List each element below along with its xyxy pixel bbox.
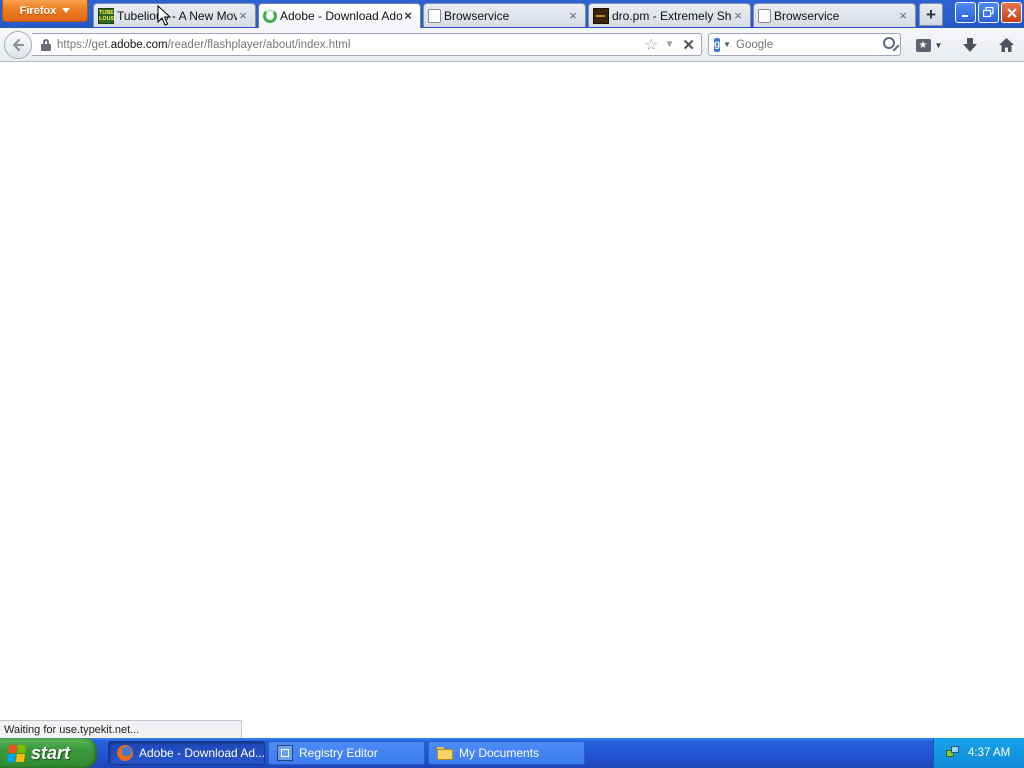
search-input[interactable] (736, 38, 891, 51)
tab-adobe-download[interactable]: Adobe - Download Ado... × (258, 3, 421, 28)
download-arrow-icon (963, 38, 977, 52)
firefox-icon (117, 745, 133, 761)
status-panel: Waiting for use.typekit.net... (0, 720, 242, 738)
search-icon[interactable] (883, 36, 900, 54)
url-path: /reader/flashplayer/about/index.html (167, 38, 351, 51)
back-arrow-icon (12, 38, 25, 52)
folder-icon (437, 745, 453, 761)
chevron-down-icon: ▼ (934, 40, 943, 50)
blank-page-icon (428, 8, 441, 23)
network-icon[interactable] (946, 746, 960, 760)
tab-label: Browservice (444, 8, 510, 23)
close-icon (1006, 7, 1017, 18)
taskbar-item-firefox[interactable]: Adobe - Download Ad... (108, 741, 265, 765)
taskbar-item-label: Adobe - Download Ad... (139, 746, 265, 760)
dro-pm-favicon-icon (593, 7, 609, 24)
tab-close-icon[interactable]: × (567, 9, 579, 22)
page-content (0, 62, 1024, 720)
bookmarks-menu-button[interactable]: ★ ▼ (913, 33, 945, 57)
registry-editor-icon (277, 745, 293, 761)
tab-close-icon[interactable]: × (237, 9, 249, 22)
tab-label: Tubelious - A New Movie (117, 8, 237, 23)
minimize-icon (961, 14, 968, 17)
stop-loading-icon[interactable]: ✕ (682, 36, 695, 54)
tab-browservice-2[interactable]: Browservice × (753, 3, 916, 27)
loading-spinner-icon (263, 9, 277, 23)
search-bar[interactable]: g ▼ (708, 33, 901, 56)
tab-close-icon[interactable]: × (402, 9, 414, 22)
address-bar[interactable]: https://get.adobe.com/reader/flashplayer… (32, 33, 702, 56)
tab-label: Adobe - Download Ado... (280, 9, 402, 23)
url-domain: adobe.com (110, 38, 168, 51)
home-button[interactable] (994, 33, 1018, 57)
start-button[interactable]: start (0, 738, 97, 768)
restore-icon (983, 7, 994, 18)
plus-icon: + (926, 4, 936, 24)
downloads-button[interactable] (958, 33, 982, 57)
taskbar-item-registry-editor[interactable]: Registry Editor (268, 741, 425, 765)
tab-dro-pm[interactable]: dro.pm - Extremely Sho... × (588, 3, 751, 27)
blank-page-icon (758, 8, 771, 23)
tab-label: dro.pm - Extremely Sho... (612, 8, 732, 23)
taskbar-item-label: My Documents (459, 746, 540, 760)
restore-button[interactable] (978, 2, 999, 23)
history-dropdown-icon[interactable]: ▼ (665, 39, 675, 50)
chevron-down-icon (62, 8, 71, 13)
status-text: Waiting for use.typekit.net... (4, 724, 140, 736)
clock[interactable]: 4:37 AM (968, 747, 1010, 759)
bookmarks-icon: ★ (915, 38, 931, 52)
bookmark-star-icon[interactable]: ☆ (644, 35, 658, 55)
tab-browservice-1[interactable]: Browservice × (423, 3, 586, 27)
tab-label: Browservice (774, 8, 840, 23)
url-prefix: https://get. (57, 38, 111, 51)
google-engine-icon[interactable]: g (714, 37, 721, 52)
windows-logo-icon (6, 744, 27, 762)
firefox-menu-button[interactable]: Firefox (2, 0, 88, 22)
back-button[interactable] (4, 31, 32, 59)
firefox-menu-label: Firefox (19, 4, 57, 17)
url-text[interactable]: https://get.adobe.com/reader/flashplayer… (57, 39, 644, 51)
taskbar: start Adobe - Download Ad... Registry Ed… (0, 738, 1024, 768)
tubelious-favicon-icon: TUBE LOUS (98, 7, 115, 24)
engine-dropdown-icon[interactable]: ▼ (723, 40, 731, 49)
lock-icon[interactable] (41, 38, 51, 51)
tab-close-icon[interactable]: × (732, 9, 744, 22)
system-tray: 4:37 AM (933, 738, 1024, 768)
start-label: start (31, 742, 71, 763)
taskbar-item-label: Registry Editor (299, 746, 378, 760)
mouse-cursor-icon (157, 5, 171, 26)
new-tab-button[interactable]: + (919, 3, 943, 26)
navigation-toolbar: https://get.adobe.com/reader/flashplayer… (0, 28, 1024, 62)
minimize-button[interactable] (955, 2, 976, 23)
taskbar-item-my-documents[interactable]: My Documents (428, 741, 585, 765)
title-bar: Firefox TUBE LOUS Tubelious - A New Movie… (0, 0, 1024, 28)
home-icon (998, 38, 1014, 52)
tab-tubelious[interactable]: TUBE LOUS Tubelious - A New Movie × (93, 3, 256, 27)
close-window-button[interactable] (1001, 2, 1022, 23)
tab-close-icon[interactable]: × (897, 9, 909, 22)
